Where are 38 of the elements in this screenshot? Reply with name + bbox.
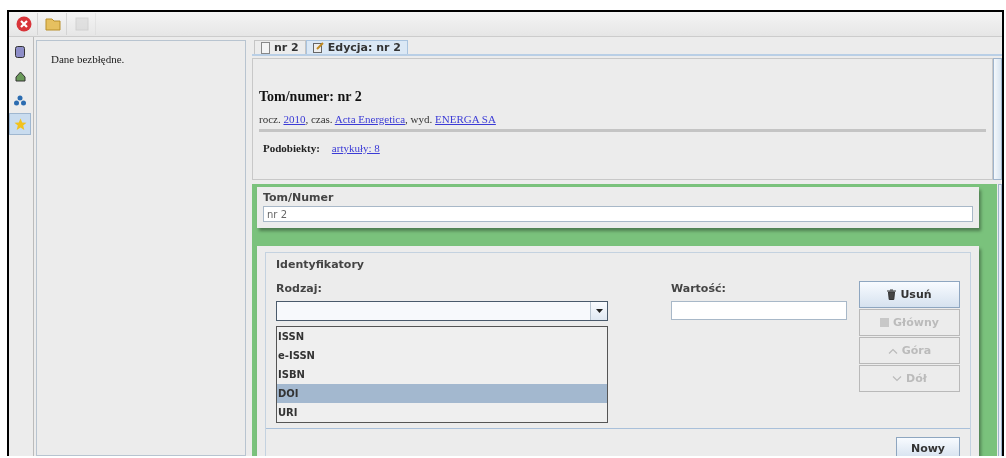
value-label: Wartość: <box>671 282 727 295</box>
value-input-field[interactable] <box>671 301 847 320</box>
dropdown-option[interactable]: e-ISSN <box>277 346 607 365</box>
chevron-up-icon <box>887 347 898 354</box>
square-icon <box>75 17 89 31</box>
dropdown-option[interactable]: URI <box>277 403 607 422</box>
volume-input-field[interactable]: nr 2 <box>263 206 973 222</box>
edit-document-icon <box>312 42 324 53</box>
square-icon <box>880 318 890 327</box>
subobjects-link[interactable]: artykuły: 8 <box>331 142 380 154</box>
scrollbar[interactable] <box>998 184 1002 456</box>
dropdown-option[interactable]: DOI <box>277 384 607 403</box>
chevron-down-icon <box>892 375 903 382</box>
details-link[interactable]: ENERGA SA <box>435 113 496 125</box>
identifiers-legend: Identyfikatory <box>276 258 367 271</box>
type-label: Rodzaj: <box>276 282 323 295</box>
status-message: Dane bezbłędne. <box>51 53 125 65</box>
document-icon <box>261 41 270 54</box>
hierarchy-icon <box>14 94 26 106</box>
volume-legend: Tom/Numer <box>263 191 973 204</box>
subobjects-label: Podobiekty: <box>263 142 320 154</box>
scrollbar[interactable] <box>993 58 1002 180</box>
new-button[interactable]: Nowy <box>896 437 960 456</box>
caret-icon <box>595 309 603 313</box>
delete-button[interactable]: Usuń <box>859 281 960 308</box>
dropdown-option[interactable]: ISSN <box>277 327 607 346</box>
type-dropdown[interactable] <box>276 301 608 321</box>
dropdown-option[interactable]: ISBN <box>277 365 607 384</box>
trash-icon <box>887 289 897 300</box>
record-title: Tom/numer: nr 2 <box>259 89 363 105</box>
database-icon <box>15 46 25 58</box>
close-icon <box>16 16 32 32</box>
star-icon <box>13 117 27 131</box>
record-details: rocz. 2010, czas. Acta Energetica, wyd. ENERGA SA <box>259 113 497 125</box>
house-icon <box>14 70 26 82</box>
tab[interactable]: Edycja: nr 2 <box>305 40 408 54</box>
folder-icon <box>45 16 61 32</box>
tab[interactable]: nr 2 <box>254 40 306 54</box>
